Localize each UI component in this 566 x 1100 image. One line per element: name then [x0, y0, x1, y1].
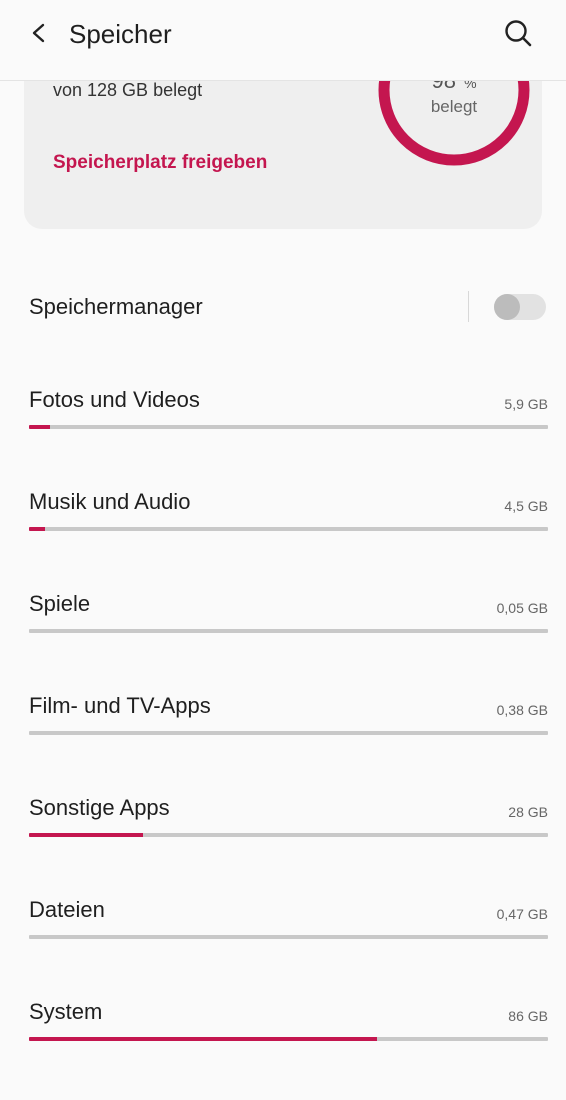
arrow-left-icon [32, 23, 45, 43]
category-bar-fill [29, 1037, 377, 1041]
back-button[interactable] [22, 16, 56, 50]
category-label: System [29, 999, 103, 1024]
free-space-button[interactable]: Speicherplatz freigeben [53, 152, 267, 174]
category-label: Spiele [29, 591, 91, 616]
category-row-games[interactable]: Spiele 0,05 GB [0, 590, 566, 692]
category-bar-track [29, 1037, 548, 1041]
category-label: Film- und TV-Apps [29, 693, 211, 718]
category-size: 0,47 GB [496, 906, 548, 922]
search-button[interactable] [498, 13, 538, 53]
category-bar-track [29, 629, 548, 633]
page-title: Speicher [69, 19, 172, 49]
category-bar-fill [29, 425, 50, 429]
category-bar-track [29, 527, 548, 531]
category-bar-track [29, 425, 548, 429]
storage-used-text: von 128 GB belegt [53, 80, 203, 100]
category-size: 0,05 GB [496, 600, 548, 616]
category-row-music-audio[interactable]: Musik und Audio 4,5 GB [0, 488, 566, 590]
storage-manager-label: Speichermanager [29, 294, 203, 319]
category-row-other-apps[interactable]: Sonstige Apps 28 GB [0, 794, 566, 896]
category-label: Dateien [29, 897, 105, 922]
category-row-film-tv-apps[interactable]: Film- und TV-Apps 0,38 GB [0, 692, 566, 794]
category-size: 86 GB [508, 1008, 548, 1024]
category-bar-track [29, 833, 548, 837]
category-bar-fill [29, 527, 45, 531]
storage-manager-toggle[interactable] [494, 294, 546, 320]
category-label: Sonstige Apps [29, 795, 170, 820]
search-icon [505, 20, 532, 47]
category-size: 28 GB [508, 804, 548, 820]
category-row-photos-videos[interactable]: Fotos und Videos 5,9 GB [0, 386, 566, 488]
category-bar-fill [29, 833, 144, 837]
category-label: Fotos und Videos [29, 387, 200, 412]
category-bar-track [29, 935, 548, 939]
app-bar: Speicher [0, 0, 566, 81]
divider [468, 291, 469, 322]
storage-manager-row[interactable]: Speichermanager [0, 270, 566, 344]
category-bar-track [29, 731, 548, 735]
category-size: 5,9 GB [504, 396, 548, 412]
category-size: 4,5 GB [504, 498, 548, 514]
toggle-knob [494, 294, 520, 320]
category-row-files[interactable]: Dateien 0,47 GB [0, 896, 566, 998]
category-row-system[interactable]: System 86 GB [0, 998, 566, 1100]
category-label: Musik und Audio [29, 489, 191, 514]
donut-label: belegt [430, 97, 478, 116]
category-size: 0,38 GB [496, 702, 548, 718]
